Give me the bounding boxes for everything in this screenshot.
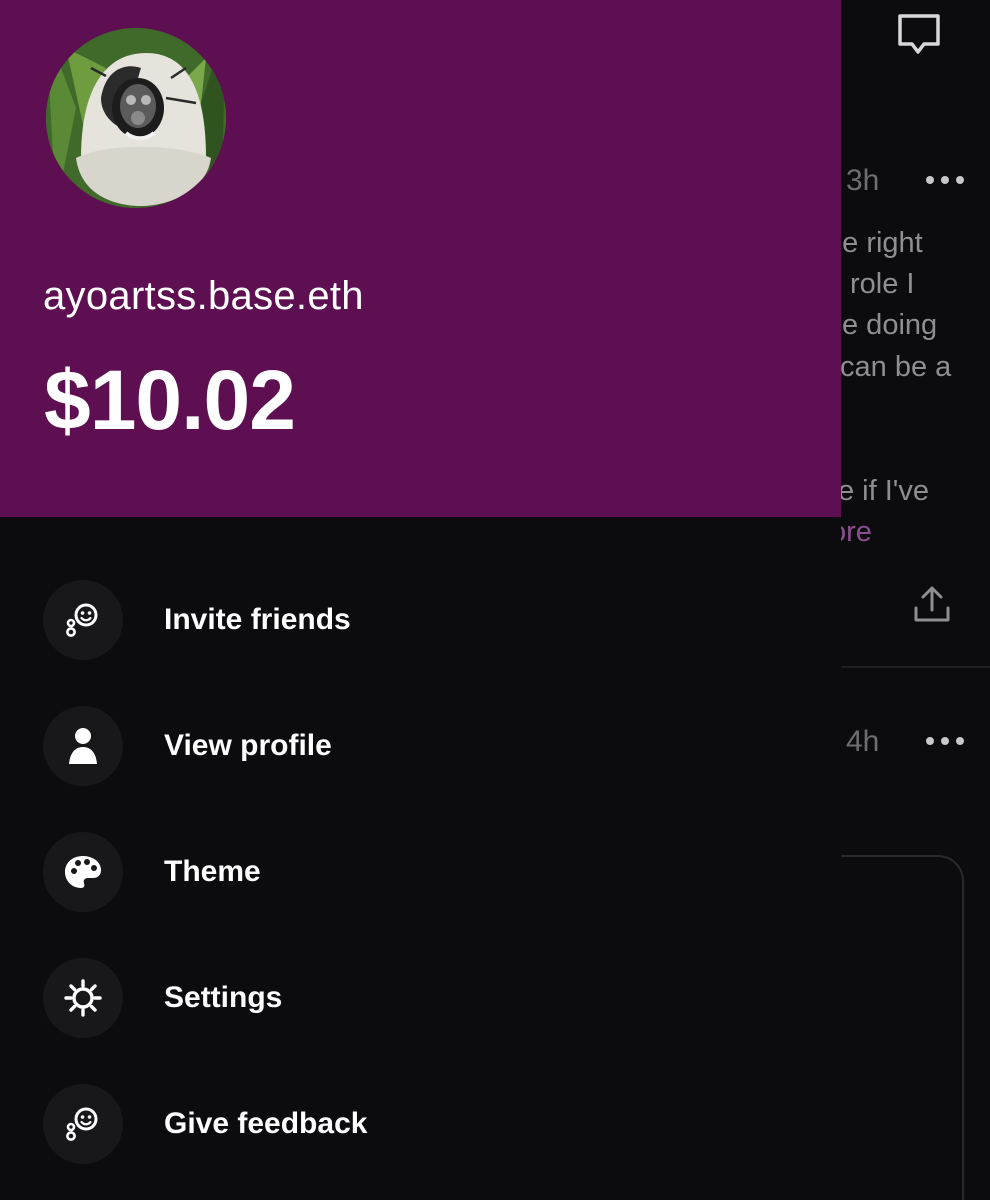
palette-icon: [43, 832, 123, 912]
menu-item-label: Invite friends: [164, 603, 351, 636]
post-text-line: role I: [850, 268, 915, 300]
menu-item-view-profile[interactable]: View profile: [43, 706, 803, 786]
wallet-balance: $10.02: [44, 353, 296, 447]
more-icon[interactable]: [925, 175, 965, 185]
person-icon: [43, 706, 123, 786]
post-text-line: e doing: [842, 309, 938, 341]
menu-item-label: Give feedback: [164, 1107, 368, 1140]
avatar-image: [46, 28, 226, 208]
post-time: 4h: [846, 725, 880, 758]
drawer-header: ayoartss.base.eth $10.02: [0, 0, 841, 517]
menu-item-label: Settings: [164, 981, 283, 1014]
more-icon[interactable]: [925, 736, 965, 746]
post-text-line: e if I've: [838, 475, 929, 507]
chat-icon[interactable]: [896, 12, 942, 56]
menu-item-invite-friends[interactable]: Invite friends: [43, 580, 803, 660]
side-drawer: ayoartss.base.eth $10.02 Invite friends: [0, 0, 841, 1200]
gear-icon: [43, 958, 123, 1038]
share-icon[interactable]: [912, 584, 952, 624]
username: ayoartss.base.eth: [43, 274, 364, 318]
feedback-icon: [43, 1084, 123, 1164]
menu-item-label: View profile: [164, 729, 332, 762]
avatar[interactable]: [46, 28, 226, 208]
menu-item-theme[interactable]: Theme: [43, 832, 803, 912]
invite-friends-icon: [43, 580, 123, 660]
menu-item-settings[interactable]: Settings: [43, 958, 803, 1038]
post-time: 3h: [846, 164, 880, 197]
post-text-line: can be a: [840, 351, 952, 383]
menu-item-label: Theme: [164, 855, 261, 888]
menu-item-give-feedback[interactable]: Give feedback: [43, 1084, 803, 1164]
